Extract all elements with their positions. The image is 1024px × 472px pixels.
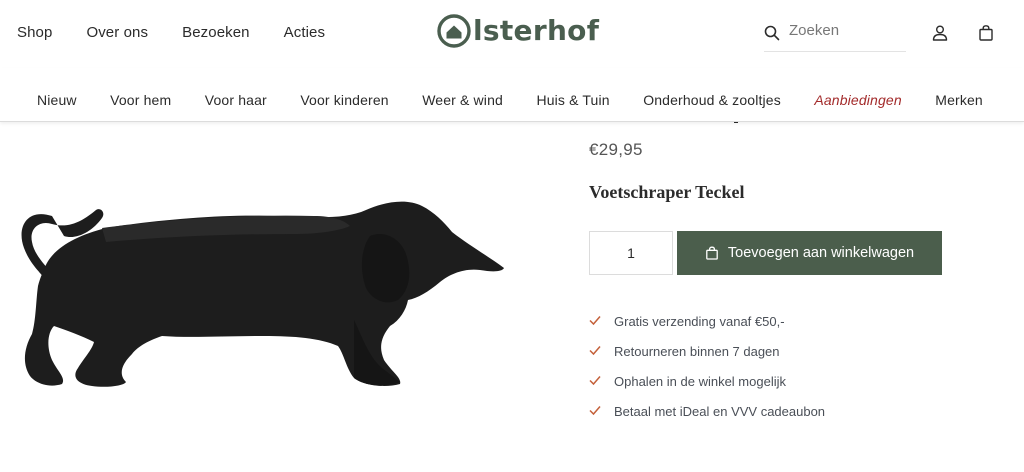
product-title: Voetschraper Teckel <box>589 182 745 202</box>
category-huis-tuin[interactable]: Huis & Tuin <box>536 92 609 108</box>
usp-text: Retourneren binnen 7 dagen <box>614 343 780 359</box>
product-price: €29,95 <box>589 140 643 159</box>
category-voor-hem[interactable]: Voor hem <box>110 92 171 108</box>
checkmark-icon <box>589 405 601 415</box>
checkmark-icon <box>589 375 601 385</box>
usp-item: Retourneren binnen 7 dagen <box>589 336 825 366</box>
category-nieuw[interactable]: Nieuw <box>37 92 77 108</box>
add-to-cart-label: Toevoegen aan winkelwagen <box>727 245 915 261</box>
usp-item: Betaal met iDeal en VVV cadeaubon <box>589 396 825 426</box>
usp-list: Gratis verzending vanaf €50,- Retournere… <box>589 306 825 426</box>
category-voor-kinderen[interactable]: Voor kinderen <box>300 92 388 108</box>
category-voor-haar[interactable]: Voor haar <box>205 92 267 108</box>
category-merken[interactable]: Merken <box>935 92 983 108</box>
shopping-bag-icon <box>706 246 718 260</box>
logo-text: lsterhof <box>473 14 600 47</box>
usp-text: Betaal met iDeal en VVV cadeaubon <box>614 403 826 419</box>
usp-item: Gratis verzending vanaf €50,- <box>589 306 825 336</box>
site-logo[interactable]: lsterhof <box>436 13 599 49</box>
quantity-input[interactable] <box>589 231 673 275</box>
category-navigation: Nieuw Voor hem Voor haar Voor kinderen W… <box>0 68 1024 122</box>
top-navigation: Shop Over ons Bezoeken Acties <box>17 24 359 41</box>
cart-bag-icon[interactable] <box>977 24 995 42</box>
house-logo-icon <box>437 14 471 48</box>
search-icon[interactable] <box>764 25 780 41</box>
search-bar[interactable] <box>764 22 906 52</box>
account-icon[interactable] <box>931 24 949 42</box>
nav-over-ons[interactable]: Over ons <box>86 24 148 41</box>
category-weer-wind[interactable]: Weer & wind <box>422 92 503 108</box>
checkmark-icon <box>589 345 601 355</box>
nav-acties[interactable]: Acties <box>284 24 325 41</box>
usp-item: Ophalen in de winkel mogelijk <box>589 366 825 396</box>
nav-bezoeken[interactable]: Bezoeken <box>182 24 250 41</box>
search-input[interactable] <box>789 22 899 39</box>
nav-shop[interactable]: Shop <box>17 24 52 41</box>
product-image <box>21 201 505 387</box>
checkmark-icon <box>589 315 601 325</box>
usp-text: Ophalen in de winkel mogelijk <box>614 373 786 389</box>
usp-text: Gratis verzending vanaf €50,- <box>614 313 785 329</box>
category-onderhoud-zooltjes[interactable]: Onderhoud & zooltjes <box>643 92 781 108</box>
add-to-cart-button[interactable]: Toevoegen aan winkelwagen <box>677 231 942 275</box>
site-header: Shop Over ons Bezoeken Acties lsterhof <box>0 0 1024 68</box>
category-aanbiedingen[interactable]: Aanbiedingen <box>814 92 901 108</box>
